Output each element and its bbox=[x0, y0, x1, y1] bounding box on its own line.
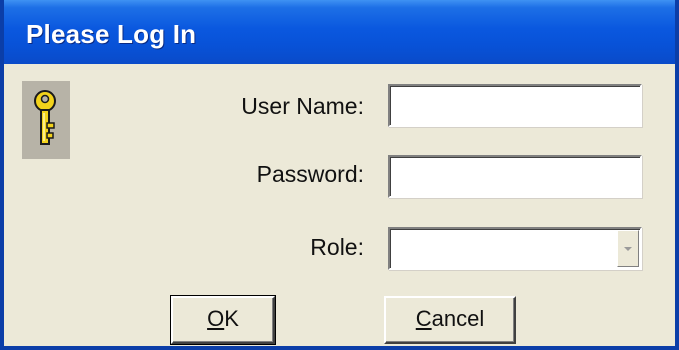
login-dialog: Please Log In User Name: Password: Role: bbox=[0, 0, 679, 350]
ok-mnemonic: O bbox=[207, 306, 225, 331]
username-field[interactable] bbox=[388, 84, 642, 127]
username-input[interactable] bbox=[390, 86, 640, 125]
cancel-mnemonic: C bbox=[415, 306, 432, 331]
chevron-down-icon bbox=[624, 247, 632, 251]
password-input[interactable] bbox=[390, 157, 640, 196]
role-dropdown-button[interactable] bbox=[617, 230, 639, 267]
cancel-label-rest: ancel bbox=[431, 306, 485, 331]
key-icon bbox=[34, 90, 56, 145]
ok-button[interactable]: OK bbox=[170, 295, 276, 345]
dialog-title: Please Log In bbox=[26, 19, 197, 49]
title-bar[interactable]: Please Log In bbox=[4, 0, 675, 64]
dialog-body: User Name: Password: Role: OK Cancel bbox=[4, 64, 675, 346]
cancel-button[interactable]: Cancel bbox=[384, 296, 516, 344]
role-label: Role: bbox=[310, 234, 364, 260]
ok-label-rest: K bbox=[224, 306, 239, 331]
role-select[interactable] bbox=[388, 227, 642, 270]
username-label: User Name: bbox=[241, 93, 364, 119]
password-label: Password: bbox=[256, 161, 364, 187]
password-field[interactable] bbox=[388, 155, 642, 198]
key-icon-panel bbox=[22, 81, 70, 159]
